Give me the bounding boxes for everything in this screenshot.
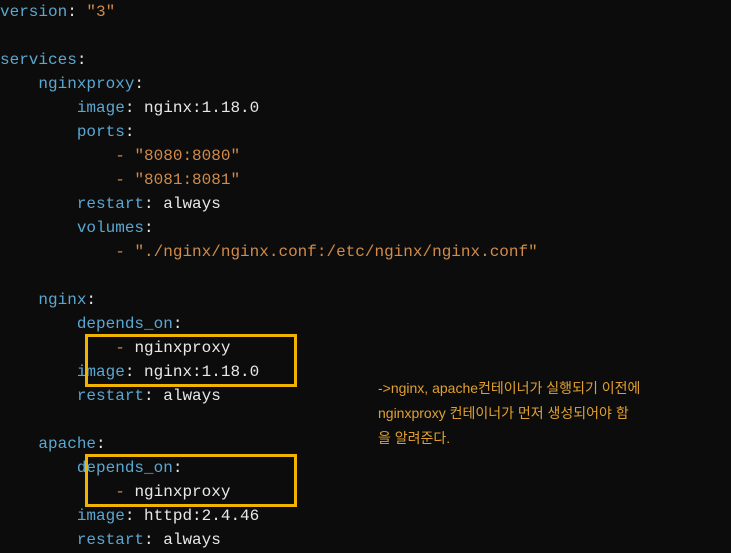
yaml-key: services [0,51,77,69]
yaml-value: "8081:8081" [134,171,240,189]
yaml-key: ports [77,123,125,141]
annotation-text: ->nginx, apache컨테이너가 실행되기 이전에 nginxproxy… [378,376,708,452]
yaml-key: volumes [77,219,144,237]
yaml-value: always [163,387,221,405]
yaml-value: nginx:1.18.0 [144,99,259,117]
yaml-key: nginxproxy [38,75,134,93]
yaml-value: httpd:2.4.46 [144,507,259,525]
yaml-value: always [163,195,221,213]
yaml-key: restart [77,531,144,549]
yaml-key: version [0,3,67,21]
yaml-value: "3" [86,3,115,21]
highlight-box-depends-on-2 [85,454,297,507]
yaml-key: restart [77,387,144,405]
yaml-key: image [77,99,125,117]
yaml-key: restart [77,195,144,213]
yaml-value: "8080:8080" [134,147,240,165]
yaml-key: image [77,507,125,525]
yaml-value: "./nginx/nginx.conf:/etc/nginx/nginx.con… [134,243,537,261]
yaml-key: depends_on [77,315,173,333]
yaml-key: nginx [38,291,86,309]
yaml-value: always [163,531,221,549]
highlight-box-depends-on-1 [85,334,297,387]
yaml-key: apache [38,435,96,453]
